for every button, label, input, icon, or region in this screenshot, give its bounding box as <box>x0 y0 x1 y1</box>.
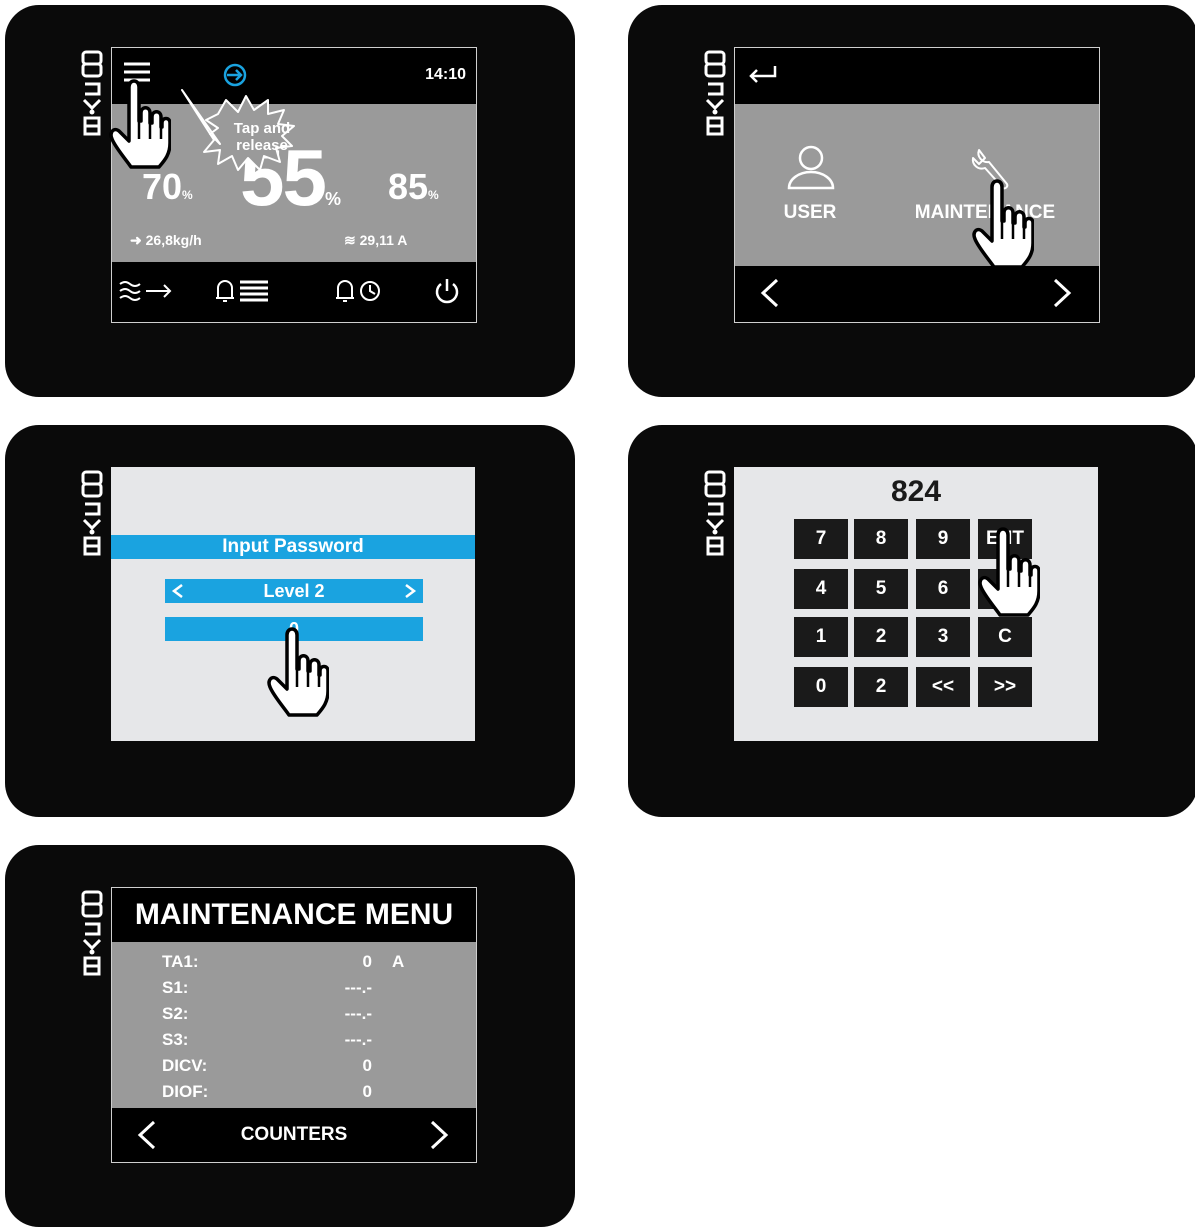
level-value: Level 2 <box>263 581 325 601</box>
counter-value: 0 <box>362 1056 372 1075</box>
keypad-key[interactable]: << <box>916 667 970 707</box>
chevron-right-icon[interactable] <box>1051 278 1073 308</box>
keypad-key[interactable]: 2 <box>854 667 908 707</box>
password-title: Input Password <box>111 535 475 559</box>
current-icon: ≋ <box>344 232 360 248</box>
keypad-key[interactable]: 1 <box>794 617 848 657</box>
header-bar <box>735 48 1099 104</box>
keypad-key[interactable]: 6 <box>916 569 970 609</box>
right-value: 85% <box>388 166 439 207</box>
panel-home-screen: 14:10 70% 55% 85% ➜ 26,8kg/h ≋ 29,11 A T… <box>5 5 575 397</box>
pointer-hand-icon <box>109 77 171 169</box>
counter-value: 0 <box>362 952 372 971</box>
level-selector[interactable]: Level 2 <box>165 579 423 603</box>
counter-value: ---.- <box>344 1030 372 1049</box>
evco-logo-icon <box>81 890 103 976</box>
counter-rows: TA1: 0 A S1: ---.- S2: ---.- S3: ---.- DICV: 0 DIOF… <box>112 942 476 1108</box>
nav-bar <box>735 266 1099 322</box>
counter-value: 0 <box>362 1082 372 1101</box>
evco-logo-icon <box>704 50 726 136</box>
counter-label: TA1: <box>162 952 199 971</box>
keypad-key[interactable]: 8 <box>854 519 908 559</box>
tap-callout-text: Tap and release <box>233 120 291 154</box>
keypad-key[interactable]: 3 <box>916 617 970 657</box>
counter-label: S3: <box>162 1030 189 1049</box>
counter-value: ---.- <box>344 978 372 997</box>
heat-flow-icon[interactable] <box>118 278 174 306</box>
bottom-toolbar <box>112 262 476 322</box>
alarm-history-icon[interactable] <box>332 276 388 306</box>
counter-label: DICV: <box>162 1056 208 1075</box>
user-icon <box>787 145 835 190</box>
panel-maintenance-menu: MAINTENANCE MENU TA1: 0 A S1: ---.- S2: ---.- S… <box>5 845 575 1227</box>
menu-title: MAINTENANCE MENU <box>112 888 476 942</box>
role-options: USER MAINTENANCE <box>735 104 1099 266</box>
user-select-screen: USER MAINTENANCE <box>734 47 1100 323</box>
keypad-key[interactable]: 5 <box>854 569 908 609</box>
keypad-key[interactable]: >> <box>978 667 1032 707</box>
keypad-screen: 824 789ENT456123C02<<>> <box>734 467 1098 741</box>
keypad-key[interactable]: 4 <box>794 569 848 609</box>
counter-label: DIOF: <box>162 1082 209 1101</box>
keypad-key[interactable]: 2 <box>854 617 908 657</box>
evco-logo-icon <box>81 470 103 556</box>
chevron-right-icon[interactable] <box>403 583 417 599</box>
keypad-key[interactable]: 7 <box>794 519 848 559</box>
maintenance-screen: MAINTENANCE MENU TA1: 0 A S1: ---.- S2: ---.- S… <box>111 887 477 1163</box>
evco-logo-icon <box>81 50 103 136</box>
counter-label: S2: <box>162 1004 189 1023</box>
counter-label: S1: <box>162 978 189 997</box>
flow-icon: ➜ <box>130 232 146 248</box>
clock-time: 14:10 <box>425 66 466 83</box>
panel-keypad: 824 789ENT456123C02<<>> <box>628 425 1195 817</box>
back-icon[interactable] <box>745 64 779 86</box>
footer-label: COUNTERS <box>240 1124 348 1145</box>
flow-rate: ➜ 26,8kg/h <box>130 232 202 248</box>
keypad-key[interactable]: C <box>978 617 1032 657</box>
panel-password: Input Password Level 2 0 <box>5 425 575 817</box>
counter-unit: A <box>392 952 405 971</box>
keypad-display: 824 <box>890 475 942 508</box>
chevron-left-icon[interactable] <box>759 278 781 308</box>
footer-nav: COUNTERS <box>112 1108 476 1162</box>
evco-logo-icon <box>704 470 726 556</box>
pointer-hand-icon <box>267 625 329 717</box>
current-reading: ≋ 29,11 A <box>344 232 408 248</box>
keypad-key[interactable]: 9 <box>916 519 970 559</box>
alarm-list-icon[interactable] <box>210 276 272 306</box>
user-label: USER <box>783 202 837 223</box>
keypad-key[interactable]: 0 <box>794 667 848 707</box>
pointer-hand-icon <box>978 525 1040 617</box>
panel-user-select: USER MAINTENANCE <box>628 5 1195 397</box>
pointer-hand-icon <box>972 177 1034 269</box>
chevron-right-icon[interactable] <box>428 1120 450 1150</box>
counter-value: ---.- <box>344 1004 372 1023</box>
power-icon[interactable] <box>432 276 462 306</box>
user-option[interactable]: USER <box>775 144 845 234</box>
